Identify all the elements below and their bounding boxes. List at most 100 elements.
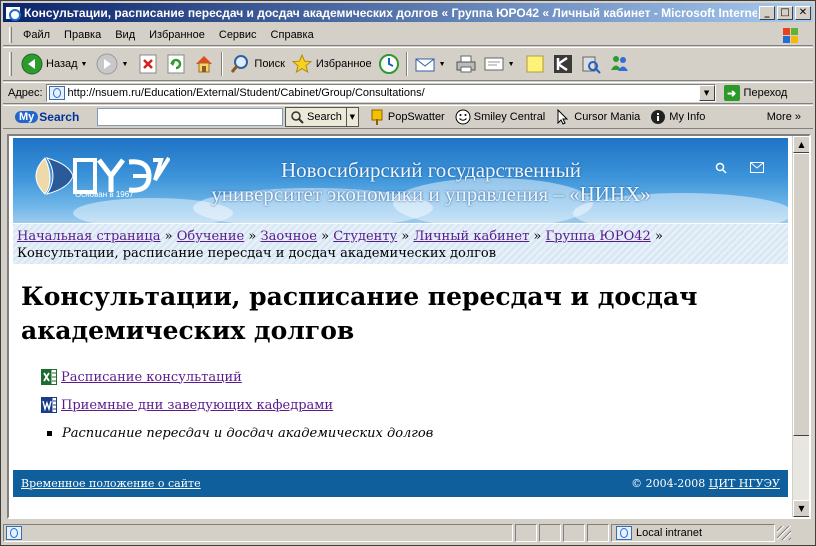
chevron-down-icon[interactable]: ▼	[81, 61, 88, 68]
back-arrow-icon	[21, 53, 43, 75]
resize-grip[interactable]	[777, 526, 791, 540]
mysearch-dropdown[interactable]: ▼	[346, 107, 359, 127]
research-button[interactable]	[549, 50, 577, 78]
mail-icon	[414, 53, 436, 75]
page-icon	[6, 526, 22, 540]
site-footer: Временное положение о сайте © 2004-2008 …	[13, 470, 788, 497]
edit-button[interactable]: ▼	[480, 50, 521, 78]
menu-grip	[9, 26, 12, 43]
messenger-button[interactable]	[605, 50, 633, 78]
browser-window: Консультации, расписание пересдач и досд…	[0, 0, 816, 546]
breadcrumb-group[interactable]: Группа ЮРО42	[546, 229, 651, 244]
smiley-central-button[interactable]: Smiley Central	[455, 109, 545, 125]
tools-icon	[580, 53, 602, 75]
menu-edit[interactable]: Правка	[57, 27, 108, 43]
menu-file[interactable]: Файл	[16, 27, 57, 43]
maximize-button[interactable]: □	[777, 5, 793, 20]
menu-view[interactable]: Вид	[108, 27, 142, 43]
edit-icon	[483, 53, 505, 75]
menu-help[interactable]: Справка	[264, 27, 321, 43]
magnifier-icon	[291, 111, 304, 124]
home-icon	[193, 53, 215, 75]
excel-icon	[41, 369, 57, 385]
go-button[interactable]: ➜ Переход	[723, 85, 788, 101]
scroll-down-button[interactable]: ▼	[793, 500, 809, 517]
breadcrumb-education[interactable]: Обучение	[177, 229, 244, 244]
my-info-button[interactable]: My Info	[650, 109, 705, 125]
consultations-schedule-link[interactable]: Расписание консультаций	[61, 370, 242, 385]
ie-icon	[5, 5, 21, 21]
refresh-button[interactable]	[162, 50, 190, 78]
smiley-icon	[455, 109, 471, 125]
printer-icon	[455, 53, 477, 75]
mysearch-button[interactable]: Search	[285, 107, 347, 127]
star-icon	[291, 53, 313, 75]
web-page: Основан в 1967 Новосибирский государстве…	[9, 136, 793, 517]
address-input[interactable]: http://nsuem.ru/Education/External/Stude…	[45, 84, 716, 102]
address-dropdown[interactable]: ▼	[698, 85, 715, 101]
popswatter-icon	[369, 109, 385, 125]
cursor-icon	[555, 109, 571, 125]
breadcrumb-extramural[interactable]: Заочное	[260, 229, 316, 244]
address-url: http://nsuem.ru/Education/External/Stude…	[67, 87, 425, 99]
close-button[interactable]: ✕	[795, 5, 811, 20]
address-label: Адрес:	[8, 87, 43, 99]
founded-caption: Основан в 1967	[75, 190, 134, 199]
note-icon	[524, 53, 546, 75]
mysearch-toolbar: My Search Search ▼ PopSwatter Smiley Cen…	[3, 105, 813, 129]
search-button[interactable]: Поиск	[226, 50, 287, 78]
popswatter-button[interactable]: PopSwatter	[369, 109, 445, 125]
breadcrumb: Начальная страница » Обучение » Заочное …	[13, 224, 788, 264]
search-label: Поиск	[254, 58, 285, 70]
cursor-mania-button[interactable]: Cursor Mania	[555, 109, 640, 125]
mail-button[interactable]: ▼	[411, 50, 452, 78]
page-title: Консультации, расписание пересдач и досд…	[21, 282, 698, 345]
browser-viewport: Основан в 1967 Новосибирский государстве…	[7, 134, 811, 519]
menu-favorites[interactable]: Избранное	[142, 27, 212, 43]
scroll-up-button[interactable]: ▲	[793, 136, 809, 153]
scroll-thumb[interactable]	[793, 153, 809, 436]
list-item: Приемные дни заведующих кафедрами	[41, 396, 433, 414]
print-button[interactable]	[452, 50, 480, 78]
menu-tools[interactable]: Сервис	[212, 27, 264, 43]
department-heads-days-link[interactable]: Приемные дни заведующих кафедрами	[61, 398, 333, 413]
status-text	[3, 524, 513, 542]
minimize-button[interactable]: _	[759, 5, 775, 20]
status-bar: Local intranet	[3, 522, 813, 544]
breadcrumb-home[interactable]: Начальная страница	[17, 229, 161, 244]
discuss-button[interactable]	[521, 50, 549, 78]
search-icon	[229, 53, 251, 75]
window-title: Консультации, расписание пересдач и досд…	[24, 5, 757, 20]
breadcrumb-student[interactable]: Студенту	[333, 229, 397, 244]
toolbar-grip	[9, 52, 12, 76]
forward-button[interactable]: ▼	[93, 50, 134, 78]
go-arrow-icon: ➜	[723, 85, 740, 101]
history-button[interactable]	[375, 50, 403, 78]
stop-button[interactable]	[134, 50, 162, 78]
home-button[interactable]	[190, 50, 218, 78]
tools-button[interactable]	[577, 50, 605, 78]
site-search-icon[interactable]	[715, 162, 727, 177]
favorites-button[interactable]: Избранное	[288, 50, 375, 78]
list-item: Расписание консультаций	[41, 368, 433, 386]
mysearch-logo[interactable]: My Search	[15, 108, 93, 126]
forward-arrow-icon	[96, 53, 118, 75]
copyright: © 2004-2008 ЦИТ НГУЭУ	[631, 477, 780, 490]
info-icon	[650, 109, 666, 125]
refresh-icon	[165, 53, 187, 75]
chevron-down-icon[interactable]: ▼	[121, 61, 128, 68]
site-regulations-link[interactable]: Временное положение о сайте	[21, 477, 201, 490]
go-label: Переход	[743, 87, 788, 99]
back-button[interactable]: Назад ▼	[18, 50, 93, 78]
chevron-down-icon[interactable]: ▼	[439, 61, 446, 68]
breadcrumb-cabinet[interactable]: Личный кабинет	[413, 229, 529, 244]
mail-icon[interactable]	[750, 162, 764, 176]
word-icon	[41, 397, 57, 413]
standard-toolbar: Назад ▼ ▼ Поиск Избранное ▼ ▼	[3, 47, 813, 81]
vertical-scrollbar[interactable]: ▲ ▼	[792, 136, 809, 517]
mysearch-input[interactable]	[97, 108, 283, 126]
footer-cit-link[interactable]: ЦИТ НГУЭУ	[709, 477, 780, 490]
more-button[interactable]: More »	[767, 111, 801, 123]
menu-bar: Файл Правка Вид Избранное Сервис Справка	[3, 24, 813, 46]
chevron-down-icon[interactable]: ▼	[508, 61, 515, 68]
